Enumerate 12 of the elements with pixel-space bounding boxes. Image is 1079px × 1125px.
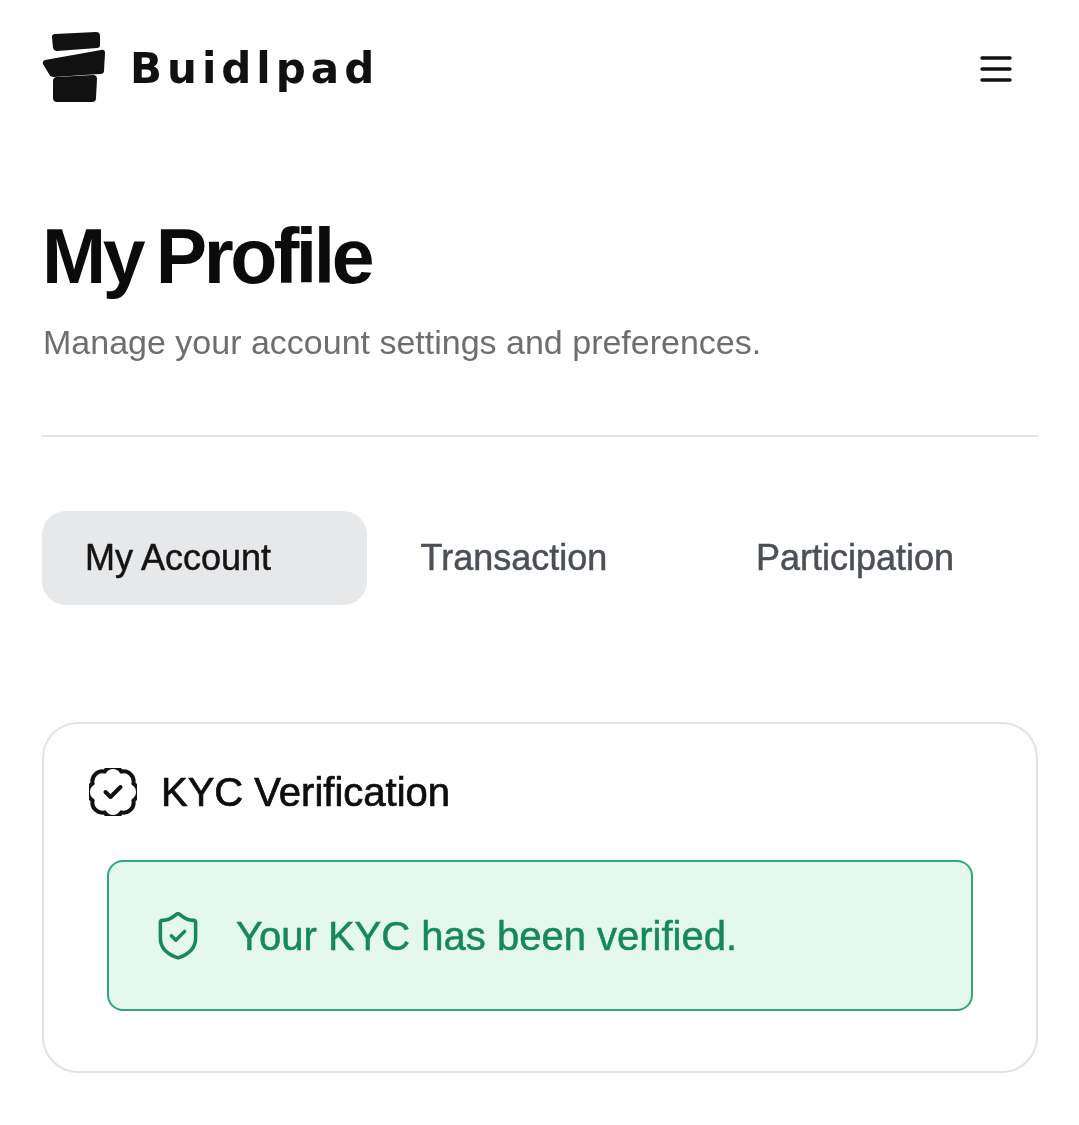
brand-name: Buidlpad xyxy=(130,48,380,90)
card-title: KYC Verification xyxy=(161,772,451,813)
shield-check-icon xyxy=(157,911,199,960)
tab[interactable]: My Account xyxy=(42,511,367,606)
badge-check-icon xyxy=(89,768,137,817)
tab[interactable]: Transaction xyxy=(377,511,703,606)
page-subtitle: Manage your account settings and preferences. xyxy=(43,322,762,364)
page-title: My Profile xyxy=(42,212,373,301)
logo-icon xyxy=(42,32,105,102)
tab[interactable]: Participation xyxy=(713,511,1038,606)
menu-icon[interactable] xyxy=(980,56,1012,82)
status-message: Your KYC has been verified. xyxy=(236,915,738,956)
